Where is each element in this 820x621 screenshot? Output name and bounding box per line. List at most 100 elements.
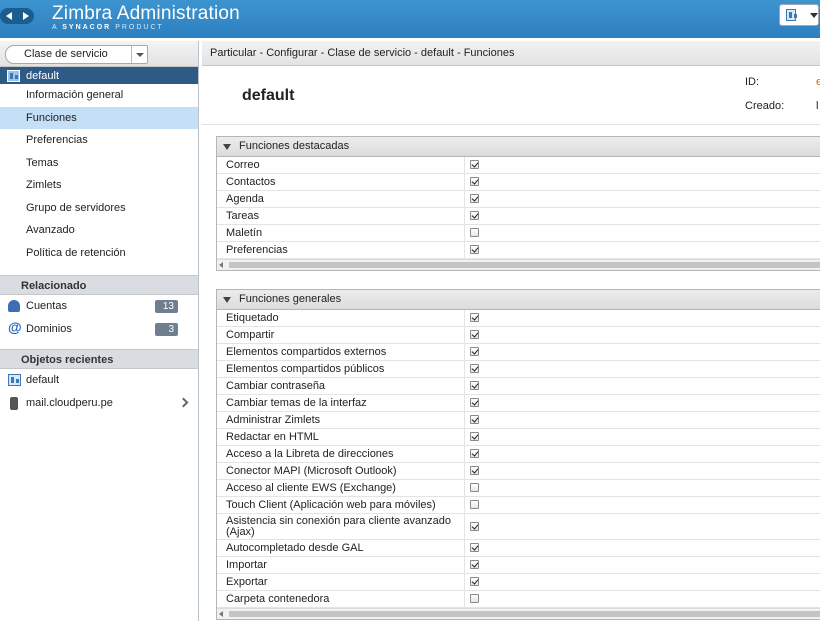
- feature-label: Exportar: [217, 574, 465, 590]
- left-toolbar: Clase de servicio: [0, 41, 198, 67]
- feature-row: Elementos compartidos externos: [217, 344, 820, 361]
- feature-checkbox[interactable]: [470, 594, 479, 603]
- feature-label: Touch Client (Aplicación web para móvile…: [217, 497, 465, 513]
- main-panel: Particular - Configurar - Clase de servi…: [202, 41, 820, 621]
- feature-checkbox[interactable]: [470, 466, 479, 475]
- back-arrow-icon[interactable]: [5, 12, 12, 20]
- feature-checkbox[interactable]: [470, 347, 479, 356]
- feature-checkbox[interactable]: [470, 313, 479, 322]
- nav-item[interactable]: Información general: [0, 84, 198, 107]
- feature-cell: [465, 446, 820, 462]
- feature-row: Cambiar contraseña: [217, 378, 820, 395]
- horizontal-scrollbar[interactable]: [217, 259, 820, 270]
- chevron-down-icon[interactable]: [131, 46, 147, 63]
- feature-checkbox[interactable]: [470, 577, 479, 586]
- scroll-thumb[interactable]: [229, 262, 820, 268]
- scroll-left-icon[interactable]: [219, 262, 223, 268]
- feature-row: Redactar en HTML: [217, 429, 820, 446]
- user-icon: [8, 300, 20, 312]
- feature-checkbox[interactable]: [470, 364, 479, 373]
- feature-label: Agenda: [217, 191, 465, 207]
- scroll-left-icon[interactable]: [219, 611, 223, 617]
- feature-label: Correo: [217, 157, 465, 173]
- featured-group-header[interactable]: Funciones destacadas: [217, 137, 820, 157]
- featured-features-group: Funciones destacadas Correo Contactos Agen…: [216, 136, 820, 271]
- feature-label: Compartir: [217, 327, 465, 343]
- feature-cell: [465, 310, 820, 326]
- featured-rows: Correo Contactos Agenda Tareas Maletín Prefer…: [217, 157, 820, 259]
- feature-checkbox[interactable]: [470, 432, 479, 441]
- feature-label: Contactos: [217, 174, 465, 190]
- nav-item[interactable]: Funciones: [0, 106, 198, 129]
- feature-checkbox[interactable]: [470, 177, 479, 186]
- nav-item[interactable]: Preferencias: [0, 129, 198, 152]
- nav-item[interactable]: Grupo de servidores: [0, 197, 198, 220]
- feature-cell: [465, 157, 820, 173]
- forward-arrow-icon[interactable]: [22, 12, 29, 20]
- feature-checkbox[interactable]: [470, 560, 479, 569]
- nav-item[interactable]: Temas: [0, 152, 198, 175]
- related-item-label: Dominios: [26, 322, 72, 335]
- related-section-title: Relacionado: [0, 275, 198, 295]
- feature-checkbox[interactable]: [470, 381, 479, 390]
- nav-item[interactable]: Zimlets: [0, 174, 198, 197]
- recent-item[interactable]: mail.cloudperu.pe: [0, 392, 198, 415]
- feature-checkbox[interactable]: [470, 211, 479, 220]
- general-rows: Etiquetado Compartir Elementos compartidos…: [217, 310, 820, 608]
- related-list: Cuentas 13 @ Dominios 3: [0, 295, 198, 340]
- feature-checkbox[interactable]: [470, 330, 479, 339]
- related-item[interactable]: @ Dominios 3: [0, 318, 198, 341]
- object-name: default: [242, 87, 295, 104]
- feature-label: Etiquetado: [217, 310, 465, 326]
- feature-checkbox[interactable]: [470, 160, 479, 169]
- feature-cell: [465, 412, 820, 428]
- feature-checkbox[interactable]: [470, 500, 479, 509]
- feature-checkbox[interactable]: [470, 449, 479, 458]
- app-title: Zimbra Administration: [52, 3, 240, 24]
- recent-item[interactable]: default: [0, 369, 198, 392]
- nav-item[interactable]: Política de retención: [0, 242, 198, 265]
- user-menu-button[interactable]: [779, 4, 819, 26]
- feature-cell: [465, 191, 820, 207]
- scroll-thumb[interactable]: [229, 611, 820, 617]
- feature-checkbox[interactable]: [470, 228, 479, 237]
- feature-cell: [465, 497, 820, 513]
- feature-label: Elementos compartidos externos: [217, 344, 465, 360]
- feature-label: Tareas: [217, 208, 465, 224]
- feature-checkbox[interactable]: [470, 415, 479, 424]
- top-bar: Zimbra Administration A SYNACOR PRODUCT: [0, 0, 820, 38]
- general-group-header[interactable]: Funciones generales: [217, 290, 820, 310]
- recent-item-label: mail.cloudperu.pe: [26, 396, 113, 409]
- feature-label: Elementos compartidos públicos: [217, 361, 465, 377]
- at-icon: @: [8, 318, 22, 335]
- object-type-select[interactable]: Clase de servicio: [5, 45, 148, 64]
- tree-root-label: default: [26, 69, 60, 82]
- history-nav: [0, 8, 34, 24]
- nav-item[interactable]: Avanzado: [0, 219, 198, 242]
- app-subtitle: A SYNACOR PRODUCT: [52, 24, 164, 31]
- feature-label: Carpeta contenedora: [217, 591, 465, 607]
- feature-checkbox[interactable]: [470, 194, 479, 203]
- chevron-right-icon[interactable]: [178, 397, 189, 407]
- horizontal-scrollbar[interactable]: [217, 608, 820, 619]
- count-badge: 3: [155, 322, 178, 336]
- feature-cell: [465, 344, 820, 360]
- account-icon: [786, 9, 797, 21]
- chevron-down-icon: [810, 12, 818, 18]
- general-features-group: Funciones generales Etiquetado Compartir E…: [216, 289, 820, 620]
- feature-row: Contactos: [217, 174, 820, 191]
- featured-group-title: Funciones destacadas: [239, 140, 350, 152]
- feature-label: Importar: [217, 557, 465, 573]
- tree-root-default[interactable]: default: [0, 67, 198, 84]
- feature-checkbox[interactable]: [470, 522, 479, 531]
- feature-cell: [465, 242, 820, 258]
- related-item[interactable]: Cuentas 13: [0, 295, 198, 318]
- feature-checkbox[interactable]: [470, 245, 479, 254]
- feature-checkbox[interactable]: [470, 543, 479, 552]
- feature-cell: [465, 480, 820, 496]
- feature-cell: [465, 591, 820, 607]
- feature-checkbox[interactable]: [470, 483, 479, 492]
- related-item-label: Cuentas: [26, 300, 67, 312]
- feature-label: Conector MAPI (Microsoft Outlook): [217, 463, 465, 479]
- feature-checkbox[interactable]: [470, 398, 479, 407]
